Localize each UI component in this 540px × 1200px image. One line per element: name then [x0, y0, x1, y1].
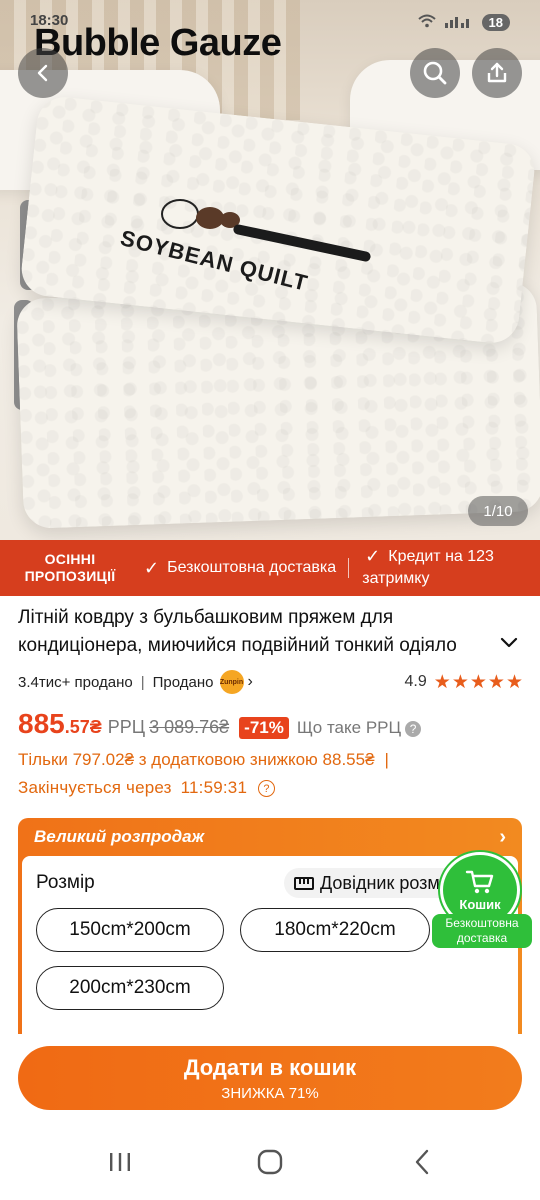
discount-badge: -71% [239, 717, 289, 739]
size-option[interactable]: 200cm*230cm [36, 966, 224, 1010]
cart-free-delivery: Безкоштовна доставка [432, 914, 532, 948]
star-icon: ★ [433, 671, 451, 693]
check-icon: ✓ [365, 546, 381, 566]
sold-count: 3.4тис+ продано [18, 673, 133, 691]
share-icon [487, 62, 507, 83]
size-label: Розмір [36, 872, 95, 893]
countdown-timer: 11:59:31 [180, 778, 248, 797]
system-back-button[interactable] [402, 1146, 442, 1178]
back-button[interactable] [18, 48, 68, 98]
cart-free-line2: доставка [456, 931, 508, 945]
back-icon [415, 1149, 429, 1175]
price-cents: .57₴ [64, 717, 102, 737]
help-icon[interactable]: ? [258, 780, 276, 798]
sold-by-label: Продано [152, 673, 214, 691]
product-title[interactable]: Літній ковдру з бульбашковим пряжем для … [18, 604, 488, 660]
cart-label: Кошик [459, 896, 501, 912]
rating-score: 4.9 [404, 673, 427, 690]
store-link[interactable]: Продано Zunpin › [153, 670, 253, 694]
divider: | [140, 673, 145, 691]
system-nav-bar [0, 1122, 540, 1200]
share-button[interactable] [472, 48, 522, 98]
chevron-down-icon [500, 637, 518, 648]
product-image[interactable]: SOYBEAN QUILT Bubble Gauze 18:30 18 1/10 [0, 0, 540, 540]
search-icon [423, 61, 447, 85]
what-rrp-label: Що таке РРЦ [296, 718, 402, 737]
help-icon: ? [405, 720, 422, 737]
image-counter: 1/10 [468, 496, 528, 526]
credit-item: ✓ Кредит на 123 затримку [361, 546, 494, 590]
ends-label: Закінчується через [18, 778, 172, 797]
check-icon: ✓ [144, 557, 160, 578]
price-row: 885 .57₴ РРЦ 3 089.76₴ -71% Що таке РРЦ? [18, 708, 422, 740]
star-icon: ★ [469, 671, 487, 693]
ends-in: Закінчується через 11:59:31 ? [18, 778, 276, 798]
free-delivery-label: Безкоштовна доставка [167, 559, 337, 576]
credit-line1: Кредит на 123 [388, 548, 494, 565]
autumn-line2: ПРОПОЗИЦІЇ [24, 568, 116, 584]
product-meta: 3.4тис+ продано | Продано Zunpin › 4.9 ★… [18, 670, 523, 694]
extra-discount: Тільки 797.02₴ з додатковою знижкою 88.5… [18, 750, 389, 770]
add-to-cart-button[interactable]: Додати в кошик ЗНИЖКА 71% [18, 1046, 522, 1110]
rrp-value: 3 089.76₴ [149, 717, 230, 737]
recent-apps-icon [110, 1153, 130, 1171]
size-option[interactable]: 150cm*200cm [36, 908, 224, 952]
add-to-cart-discount: ЗНИЖКА 71% [221, 1084, 319, 1102]
star-icon: ★ [487, 671, 505, 693]
big-sale-title: Великий розпродаж [34, 827, 205, 846]
search-button[interactable] [410, 48, 460, 98]
seller-badge: Zunpin [219, 670, 244, 694]
what-rrp-link[interactable]: Що таке РРЦ? [296, 718, 422, 738]
rrp: РРЦ 3 089.76₴ [108, 717, 229, 738]
size-option[interactable]: 180cm*220cm [240, 908, 430, 952]
status-icons: 18 [417, 14, 510, 31]
divider: | [384, 750, 389, 769]
star-icon: ★ [505, 671, 523, 693]
home-icon [257, 1149, 283, 1175]
autumn-line1: ОСІННІ [44, 551, 96, 567]
home-button[interactable] [250, 1146, 290, 1178]
chevron-right-icon: › [247, 673, 253, 690]
promo-banner[interactable]: ОСІННІ ПРОПОЗИЦІЇ ✓ Безкоштовна доставка… [0, 540, 540, 596]
signal-icon [444, 14, 474, 31]
star-icon: ★ [451, 671, 469, 693]
wifi-icon [417, 14, 436, 31]
free-delivery-item: ✓ Безкоштовна доставка [140, 558, 336, 579]
recent-apps-button[interactable] [100, 1146, 140, 1178]
rrp-label: РРЦ [107, 717, 146, 737]
divider [348, 558, 350, 578]
autumn-offers: ОСІННІ ПРОПОЗИЦІЇ [0, 551, 140, 585]
big-sale-header[interactable]: Великий розпродаж › [18, 818, 522, 856]
watermark-title: Bubble Gauze [34, 22, 282, 64]
price-main: 885 [18, 708, 65, 739]
credit-line2: затримку [362, 570, 430, 587]
cart-free-line1: Безкоштовна [445, 916, 519, 930]
battery-icon: 18 [481, 14, 510, 31]
status-time: 18:30 [30, 12, 69, 29]
chevron-right-icon: › [499, 825, 506, 848]
rating[interactable]: 4.9 ★ ★ ★ ★ ★ [405, 671, 523, 694]
ruler-icon [294, 876, 314, 890]
soybean-logo-icon [161, 199, 240, 229]
expand-title-button[interactable] [500, 632, 518, 655]
chevron-left-icon [37, 64, 48, 82]
extra-discount-text: Тільки 797.02₴ з додатковою знижкою 88.5… [18, 750, 375, 769]
add-to-cart-label: Додати в кошик [183, 1054, 357, 1080]
cart-icon [465, 870, 494, 893]
